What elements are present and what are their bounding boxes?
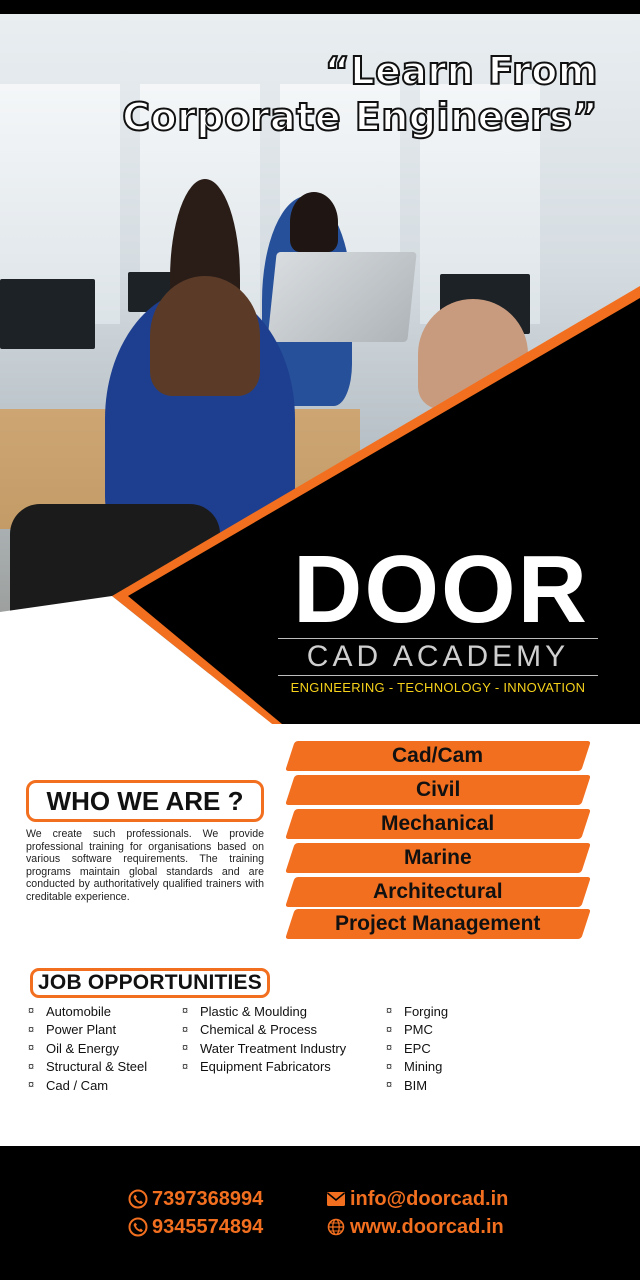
email-link[interactable]: info@doorcad.in [326, 1186, 508, 1212]
who-we-are-text: We create such professionals. We provide… [26, 828, 264, 903]
bullet-icon: ¤ [182, 1060, 189, 1073]
logo-rule-top [278, 638, 598, 639]
list-item: ¤ Oil & Energy [28, 1040, 119, 1056]
bullet-icon: ¤ [182, 1005, 189, 1018]
headline-line-1: “Learn From [324, 48, 599, 94]
headline-line-2: Corporate Engineers” [121, 94, 598, 140]
bullet-icon: ¤ [28, 1079, 35, 1092]
course-label: Marine [404, 846, 472, 869]
course-ribbon: Mechanical [285, 809, 591, 839]
course-label: Civil [415, 778, 461, 801]
list-item: ¤ Automobile [28, 1003, 112, 1019]
bullet-icon: ¤ [386, 1060, 393, 1073]
bullet-icon: ¤ [28, 1060, 35, 1073]
bullet-icon: ¤ [386, 1005, 393, 1018]
logo-name: DOOR [293, 536, 589, 643]
website-text: www.doorcad.in [350, 1215, 504, 1238]
bullet-icon: ¤ [386, 1079, 393, 1092]
bullet-icon: ¤ [386, 1042, 393, 1055]
course-label: Cad/Cam [392, 744, 484, 767]
course-label: Mechanical [381, 812, 495, 835]
logo-subtitle: CAD ACADEMY [306, 640, 570, 673]
phone-icon [128, 1189, 148, 1209]
who-we-are-title: WHO WE ARE ? [46, 785, 244, 816]
phone-2-text: 9345574894 [152, 1215, 264, 1238]
list-item: ¤ Water Treatment Industry [182, 1040, 347, 1056]
list-item: ¤ PMC [386, 1022, 433, 1038]
phone-1-text: 7397368994 [152, 1187, 264, 1210]
website-link[interactable]: www.doorcad.in [326, 1214, 504, 1240]
course-label: Architectural [373, 880, 503, 903]
list-item: ¤ Chemical & Process [182, 1022, 318, 1038]
headline: “Learn From Corporate Engineers” [78, 48, 598, 140]
course-ribbon: Project Management [285, 909, 591, 939]
course-ribbon: Architectural [285, 877, 591, 907]
bullet-icon: ¤ [28, 1042, 35, 1055]
who-we-are-heading: WHO WE ARE ? [26, 780, 264, 822]
course-label: Project Management [335, 912, 541, 935]
phone-icon [128, 1217, 148, 1237]
list-item: ¤ EPC [386, 1040, 431, 1056]
job-column-1: ¤ Automobile ¤ Power Plant ¤ Oil & Energy ¤… [28, 1002, 147, 1095]
list-item: ¤ Structural & Steel [28, 1059, 148, 1075]
list-item: ¤ Plastic & Moulding [182, 1003, 307, 1019]
bullet-icon: ¤ [28, 1005, 35, 1018]
list-item: ¤ Mining [386, 1059, 443, 1075]
job-column-2: ¤ Plastic & Moulding ¤ Chemical & Process … [182, 1002, 346, 1076]
logo-tagline: ENGINEERING - TECHNOLOGY - INNOVATION [290, 680, 586, 695]
globe-icon [326, 1217, 346, 1237]
job-opportunities-heading: JOB OPPORTUNITIES [30, 968, 270, 998]
job-column-3: ¤ Forging ¤ PMC ¤ EPC ¤ Mining ¤ BIM [386, 1002, 448, 1095]
email-text: info@doorcad.in [350, 1187, 509, 1210]
course-ribbon: Marine [285, 843, 591, 873]
logo-rule-bottom [278, 675, 598, 676]
course-ribbon: Cad/Cam [285, 741, 591, 771]
list-item: ¤ Forging [386, 1003, 449, 1019]
mail-icon [326, 1189, 346, 1209]
list-item: ¤ Equipment Fabricators [182, 1059, 331, 1075]
top-bar [0, 0, 640, 14]
footer [0, 1146, 640, 1280]
list-item: ¤ Cad / Cam [28, 1077, 109, 1093]
course-ribbon: Civil [285, 775, 591, 805]
bullet-icon: ¤ [386, 1023, 393, 1036]
phone-2[interactable]: 9345574894 [128, 1214, 263, 1240]
bullet-icon: ¤ [28, 1023, 35, 1036]
list-item: ¤ BIM [386, 1077, 428, 1093]
bullet-icon: ¤ [182, 1042, 189, 1055]
list-item: ¤ Power Plant [28, 1022, 117, 1038]
bullet-icon: ¤ [182, 1023, 189, 1036]
phone-1[interactable]: 7397368994 [128, 1186, 263, 1212]
job-opportunities-title: JOB OPPORTUNITIES [38, 971, 262, 994]
